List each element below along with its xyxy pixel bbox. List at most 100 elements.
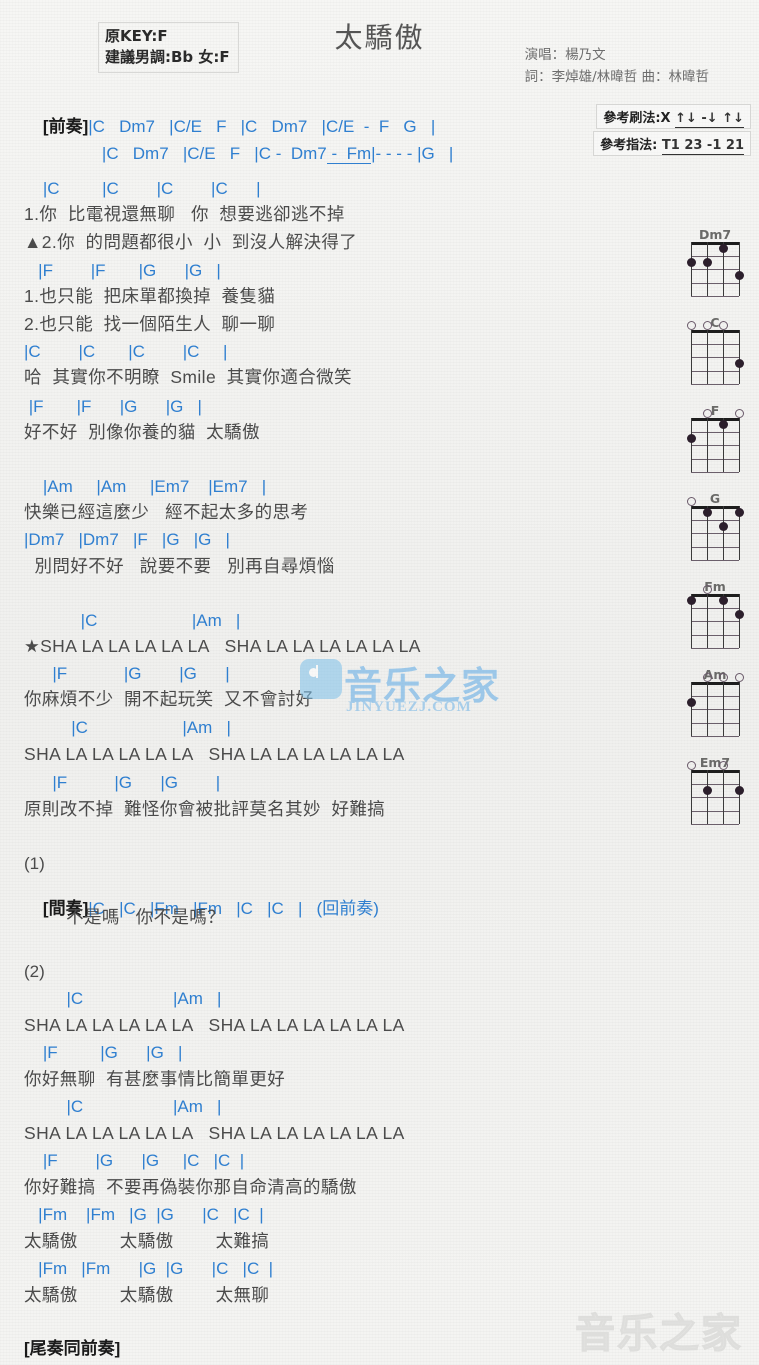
fret-line <box>691 343 739 345</box>
finger-dot <box>718 596 728 606</box>
finger-dot <box>734 359 744 369</box>
open-string-marker <box>686 497 696 506</box>
string-line <box>739 770 740 824</box>
fret-line <box>691 296 739 297</box>
watermark-bottom: 音乐之家 <box>575 1311 743 1358</box>
chords-row: |Dm7 |Dm7 |F |G |G | <box>24 530 230 549</box>
open-string-marker <box>686 761 696 770</box>
string-line <box>707 242 708 296</box>
chords-row: |C |C |C |C | <box>24 179 261 198</box>
section2-marker: (2) <box>24 962 45 981</box>
fret-line <box>691 458 739 460</box>
string-line <box>691 506 692 560</box>
chords-row: |Fm |Fm |G |G |C |C | <box>24 1259 274 1278</box>
fret-line <box>691 634 739 636</box>
intro-chords-2a: |C Dm7 |C/E F |C - Dm7 <box>101 144 327 163</box>
chord-diagram: Em7 <box>679 756 751 830</box>
fret-line <box>691 824 739 825</box>
lyric-row: 你麻煩不少 開不起玩笑 又不會討好 <box>24 689 314 709</box>
fret-line <box>691 384 739 385</box>
intro-label: [前奏] <box>42 117 89 136</box>
open-string-marker <box>734 673 744 682</box>
lyric-row: 2.也只能 找一個陌生人 聊一聊 <box>24 314 276 334</box>
fret-line <box>691 357 739 358</box>
fingering-label: 參考指法: <box>600 138 658 153</box>
fret-line <box>691 472 739 473</box>
finger-dot <box>702 508 712 518</box>
fret-line <box>691 607 739 609</box>
string-line <box>707 682 708 736</box>
open-string-marker <box>718 761 728 770</box>
finger-dot <box>734 609 744 619</box>
lyric-row: SHA LA LA LA LA LA SHA LA LA LA LA LA LA <box>24 744 405 764</box>
fret-line <box>691 269 739 270</box>
intro-chords-2b: - Fm <box>326 144 372 164</box>
fret-line <box>691 533 739 534</box>
finger-dot <box>718 244 728 254</box>
fret-line <box>691 282 739 284</box>
lyric-row: ★SHA LA LA LA LA LA SHA LA LA LA LA LA L… <box>24 636 421 656</box>
fret-line <box>691 695 739 697</box>
open-string-marker <box>702 321 712 330</box>
lyric-row: 1.你 比電視還無聊 你 想要逃卻逃不掉 <box>24 204 345 224</box>
open-string-marker <box>702 585 712 594</box>
finger-dot <box>734 785 744 795</box>
chord-fretboard <box>686 594 744 649</box>
chord-diagram: Dm7 <box>679 228 751 302</box>
chord-diagram-name: Fm <box>704 579 726 594</box>
chords-row: |Am |Am |Em7 |Em7 | <box>24 477 267 496</box>
string-line <box>691 770 692 824</box>
chords-row: |C |Am | <box>24 1097 222 1116</box>
open-string-marker <box>702 409 712 418</box>
lyric-row: 太驕傲 太驕傲 太難搞 <box>24 1231 270 1251</box>
watermark-text: 音乐之家 <box>344 664 501 708</box>
lyric-row: 哈 其實你不明瞭 Smile 其實你適合微笑 <box>24 367 352 387</box>
lyric-row: ▲2.你 的問題都很小 小 到沒人解決得了 <box>24 232 358 252</box>
chord-diagram: Am <box>679 668 751 742</box>
fret-line <box>691 431 739 433</box>
lyric-row: SHA LA LA LA LA LA SHA LA LA LA LA LA LA <box>24 1123 405 1143</box>
lyric-row: SHA LA LA LA LA LA SHA LA LA LA LA LA LA <box>24 1015 405 1035</box>
interlude-marker: (1) <box>24 854 45 873</box>
string-line <box>723 682 724 736</box>
intro-line-2: |C Dm7 |C/E F |C - Dm7 - Fm|- - - - |G | <box>83 127 453 181</box>
fret-line <box>691 519 739 521</box>
chord-diagram-name: Dm7 <box>698 227 732 242</box>
singer-credit: 演唱：楊乃文 <box>524 47 606 63</box>
finger-dot <box>734 508 744 518</box>
nut <box>691 330 739 333</box>
fret-line <box>691 722 739 724</box>
chords-row: |F |F |G |G | <box>24 261 221 280</box>
outro-label: [尾奏同前奏] <box>24 1339 121 1358</box>
open-string-marker <box>686 321 696 330</box>
string-line <box>723 770 724 824</box>
fret-line <box>691 810 739 812</box>
chords-row: |C |Am | <box>24 989 222 1008</box>
chord-diagram: F <box>679 404 751 478</box>
fret-line <box>691 255 739 257</box>
fret-line <box>691 736 739 737</box>
fret-line <box>691 797 739 798</box>
string-line <box>691 418 692 472</box>
chords-row: |F |G |G | <box>24 664 230 683</box>
fret-line <box>691 783 739 785</box>
string-line <box>691 242 692 296</box>
nut <box>691 594 739 597</box>
chord-fretboard <box>686 418 740 473</box>
chords-row: |Fm |Fm |G |G |C |C | <box>24 1205 264 1224</box>
intro-chords-2c: |- - - - |G | <box>371 144 454 163</box>
chords-row: |C |C |C |C | <box>24 342 228 361</box>
strumming-reference: 參考刷法:X ↑↓ -↓ ↑↓ <box>596 104 751 129</box>
string-line <box>723 506 724 560</box>
chord-fretboard <box>691 330 744 385</box>
chord-diagram-list: Dm7 C F G Fm Am Em7 <box>679 228 751 844</box>
string-line <box>691 682 692 736</box>
chords-row: |F |G |G |C |C | <box>24 1151 245 1170</box>
chord-fretboard <box>691 770 744 825</box>
nut <box>691 770 739 773</box>
finger-dot <box>686 596 696 606</box>
string-line <box>739 418 740 472</box>
chord-fretboard <box>691 506 744 561</box>
finger-dot <box>686 433 696 443</box>
lyric-row: 原則改不掉 難怪你會被批評莫名其妙 好難搞 <box>24 799 386 819</box>
